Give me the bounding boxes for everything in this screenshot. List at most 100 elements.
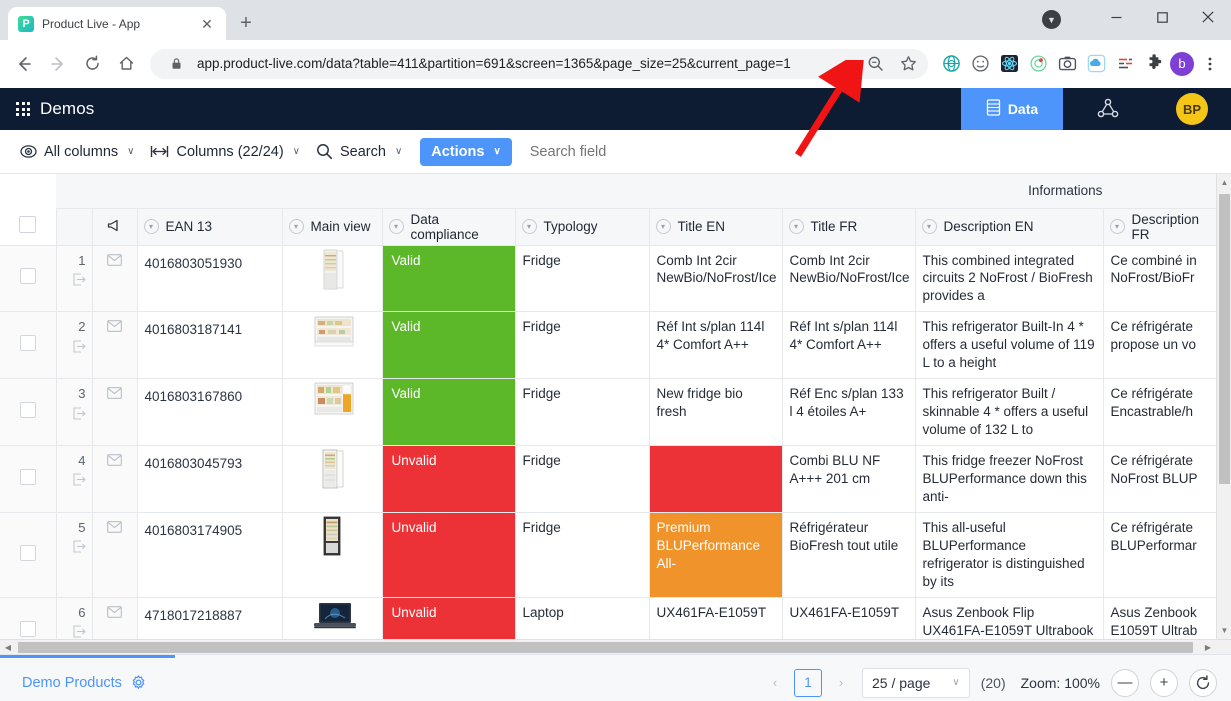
maximize-button[interactable] <box>1139 0 1185 34</box>
row-checkbox[interactable] <box>0 312 56 379</box>
cell-description-en[interactable]: Asus Zenbook Flip UX461FA-E1059T Ultrabo… <box>915 597 1103 639</box>
row-message-icon-cell[interactable] <box>92 379 137 446</box>
current-page-button[interactable]: 1 <box>794 669 822 697</box>
cell-ean13[interactable]: 4016803187141 <box>137 312 282 379</box>
globe-extension-icon[interactable] <box>938 51 964 77</box>
profile-avatar[interactable]: b <box>1170 52 1194 76</box>
row-checkbox[interactable] <box>0 446 56 513</box>
cell-typology[interactable]: Fridge <box>515 245 649 312</box>
cell-ean13[interactable]: 4718017218887 <box>137 597 282 639</box>
cell-typology[interactable]: Fridge <box>515 312 649 379</box>
row-checkbox[interactable] <box>0 512 56 597</box>
chevron-down-icon[interactable]: ▾ <box>289 219 304 234</box>
chevron-down-icon[interactable]: ▾ <box>144 219 159 234</box>
row-message-icon-cell[interactable] <box>92 597 137 639</box>
cell-typology[interactable]: Fridge <box>515 446 649 513</box>
cell-title-fr[interactable]: UX461FA-E1059T <box>782 597 915 639</box>
scroll-left-icon[interactable]: ◀ <box>0 640 16 655</box>
page-size-select[interactable]: 25 / page ∨ <box>862 668 970 698</box>
footer-tab-demo-products[interactable]: Demo Products <box>0 675 146 691</box>
status-badge[interactable]: Unvalid <box>382 512 515 597</box>
cell-description-en[interactable]: This combined integrated circuits 2 NoFr… <box>915 245 1103 312</box>
status-badge[interactable]: Unvalid <box>382 446 515 513</box>
back-button[interactable] <box>8 48 40 80</box>
refresh-icon[interactable] <box>1189 669 1217 697</box>
row-message-icon-cell[interactable] <box>92 312 137 379</box>
chevron-down-icon[interactable]: ▾ <box>522 219 537 234</box>
browser-tab[interactable]: P Product Live - App ✕ <box>8 7 226 40</box>
horizontal-scrollbar[interactable]: ◀ ▶ <box>0 639 1231 654</box>
col-ean13[interactable]: ▾ EAN 13 <box>137 208 282 245</box>
gear-icon[interactable] <box>131 675 146 690</box>
clock-extension-icon[interactable] <box>967 51 993 77</box>
row-message-icon-cell[interactable] <box>92 245 137 312</box>
row-message-icon-cell[interactable] <box>92 446 137 513</box>
cloud-extension-icon[interactable] <box>1083 51 1109 77</box>
col-main-view[interactable]: ▾ Main view <box>282 208 382 245</box>
row-checkbox[interactable] <box>0 245 56 312</box>
apps-grid-icon[interactable] <box>0 88 40 130</box>
scroll-right-icon[interactable]: ▶ <box>1200 640 1216 655</box>
cell-main-view[interactable] <box>282 446 382 513</box>
table-row[interactable]: 64718017218887UnvalidLaptopUX461FA-E1059… <box>0 597 1216 639</box>
zoom-out-button[interactable]: — <box>1111 669 1139 697</box>
cell-description-en[interactable]: This all-useful BLUPerformance refrigera… <box>915 512 1103 597</box>
cell-title-fr[interactable]: Réf Enc s/plan 133 l 4 étoiles A+ <box>782 379 915 446</box>
cell-title-en[interactable]: UX461FA-E1059T <box>649 597 782 639</box>
cell-main-view[interactable] <box>282 512 382 597</box>
next-page-button[interactable]: › <box>833 675 849 690</box>
kebab-menu-icon[interactable] <box>1197 51 1223 77</box>
cell-description-en[interactable]: This fridge freezer NoFrost BLUPerforman… <box>915 446 1103 513</box>
status-badge[interactable]: Valid <box>382 379 515 446</box>
col-description-fr[interactable]: ▾ Description FR <box>1103 208 1216 245</box>
row-checkbox[interactable] <box>0 379 56 446</box>
prev-page-button[interactable]: ‹ <box>767 675 783 690</box>
cell-title-fr[interactable]: Réfrigérateur BioFresh tout utile <box>782 512 915 597</box>
target-extension-icon[interactable] <box>1025 51 1051 77</box>
table-row[interactable]: 24016803187141ValidFridgeRéf Int s/plan … <box>0 312 1216 379</box>
user-avatar-wrap[interactable]: BP <box>1153 88 1231 130</box>
scroll-down-icon[interactable]: ▼ <box>1217 622 1231 639</box>
cell-typology[interactable]: Fridge <box>515 512 649 597</box>
chevron-down-icon[interactable]: ▾ <box>922 219 937 234</box>
chevron-down-icon[interactable]: ▾ <box>1110 219 1125 234</box>
table-row[interactable]: 44016803045793UnvalidFridgeCombi BLU NF … <box>0 446 1216 513</box>
cell-description-fr[interactable]: Ce réfrigérate NoFrost BLUP <box>1103 446 1216 513</box>
select-all-checkbox[interactable] <box>0 208 56 245</box>
col-data-compliance[interactable]: ▾ Data compliance <box>382 208 515 245</box>
react-devtools-icon[interactable] <box>996 51 1022 77</box>
chevron-down-icon[interactable]: ▾ <box>789 219 804 234</box>
share-nodes-icon[interactable] <box>1063 88 1153 130</box>
reload-button[interactable] <box>76 48 108 80</box>
cell-main-view[interactable] <box>282 597 382 639</box>
cell-ean13[interactable]: 4016803167860 <box>137 379 282 446</box>
puzzle-extensions-icon[interactable] <box>1141 51 1167 77</box>
all-columns-dropdown[interactable]: All columns ∨ <box>16 138 146 165</box>
cell-title-en[interactable]: Premium BLUPerformance All- <box>649 512 782 597</box>
cell-title-en[interactable]: Réf Int s/plan 114l 4* Comfort A++ <box>649 312 782 379</box>
cell-ean13[interactable]: 4016803045793 <box>137 446 282 513</box>
cell-description-fr[interactable]: Ce réfrigérate BLUPerformar <box>1103 512 1216 597</box>
col-title-fr[interactable]: ▾ Title FR <box>782 208 915 245</box>
chevron-down-icon[interactable]: ▾ <box>656 219 671 234</box>
columns-dropdown[interactable]: Columns (22/24) ∨ <box>146 139 312 165</box>
forward-button[interactable] <box>42 48 74 80</box>
home-button[interactable] <box>110 48 142 80</box>
star-icon[interactable] <box>896 52 920 76</box>
col-description-en[interactable]: ▾ Description EN <box>915 208 1103 245</box>
zoom-magnifier-icon[interactable] <box>863 52 887 76</box>
cell-ean13[interactable]: 4016803051930 <box>137 245 282 312</box>
table-row[interactable]: 34016803167860ValidFridgeNew fridge bio … <box>0 379 1216 446</box>
cell-description-fr[interactable]: Ce réfrigérate Encastrable/h <box>1103 379 1216 446</box>
row-checkbox[interactable] <box>0 597 56 639</box>
cell-title-en[interactable]: Comb Int 2cir NewBio/NoFrost/Ice <box>649 245 782 312</box>
vertical-scrollbar[interactable]: ▲ ▼ <box>1216 174 1231 639</box>
col-flag[interactable] <box>92 208 137 245</box>
cell-description-fr[interactable]: Ce réfrigérate propose un vo <box>1103 312 1216 379</box>
row-message-icon-cell[interactable] <box>92 512 137 597</box>
cell-main-view[interactable] <box>282 312 382 379</box>
cell-title-en[interactable]: New fridge bio fresh <box>649 379 782 446</box>
address-bar[interactable]: app.product-live.com/data?table=411&part… <box>150 49 928 79</box>
chevron-down-icon[interactable]: ▾ <box>389 219 404 234</box>
list-extension-icon[interactable] <box>1112 51 1138 77</box>
